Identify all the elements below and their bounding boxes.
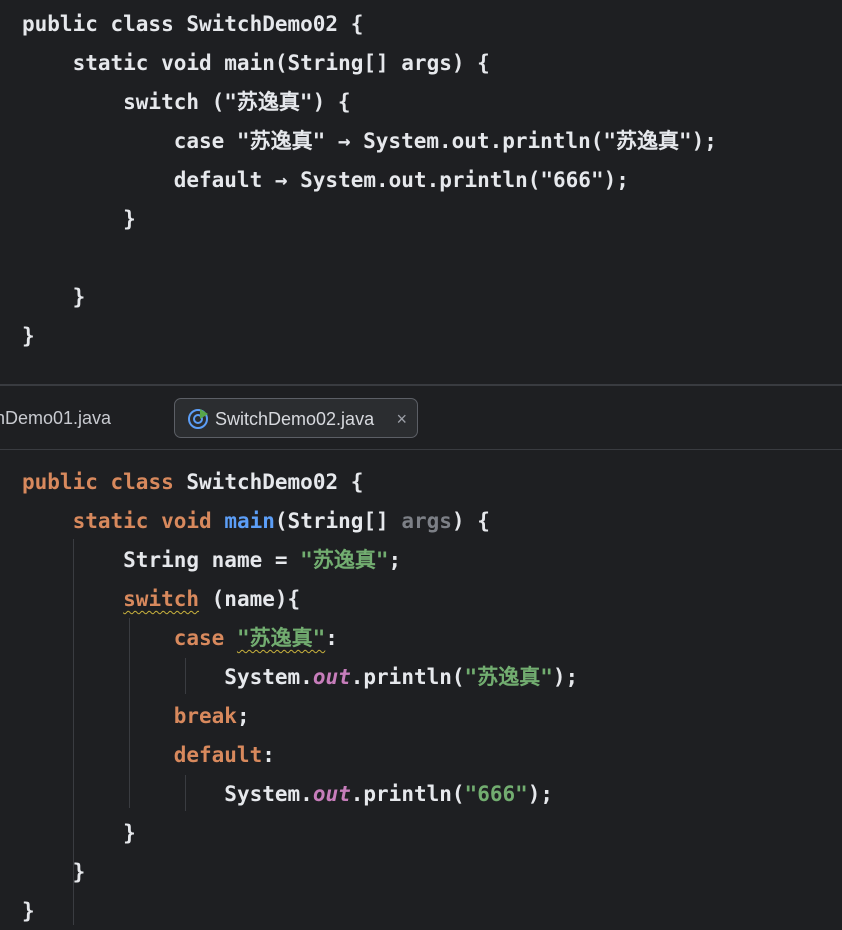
- code-line: case "苏逸真":: [22, 619, 338, 658]
- code-line: }: [22, 853, 86, 892]
- code-line: static void main(String[] args) {: [22, 502, 490, 541]
- keyword: default: [173, 743, 263, 767]
- method-call: .println(: [350, 665, 465, 689]
- identifier: System.: [224, 665, 313, 689]
- keyword: class: [110, 470, 174, 494]
- editor-tab-bar: chDemo01.java SwitchDemo02.java ×: [0, 386, 842, 450]
- code-line: default → System.out.println("666");: [22, 168, 629, 192]
- static-field: out: [312, 782, 351, 806]
- punctuation: ) {: [451, 509, 490, 533]
- string-literal: "苏逸真": [300, 548, 389, 572]
- string-literal: "666": [464, 782, 528, 806]
- keyword-warning[interactable]: switch: [123, 587, 199, 611]
- keyword: break: [173, 704, 237, 728]
- code-line: }: [22, 892, 35, 930]
- code-line: break;: [22, 697, 250, 736]
- punctuation: );: [527, 782, 554, 806]
- code-line: static void main(String[] args) {: [22, 51, 490, 75]
- ide-window: public class SwitchDemo02 { static void …: [0, 0, 842, 930]
- punctuation: :: [325, 626, 338, 650]
- code-line: }: [22, 814, 136, 853]
- top-code-editor[interactable]: public class SwitchDemo02 { static void …: [0, 0, 842, 384]
- tab-switchdemo01[interactable]: chDemo01.java: [0, 398, 111, 438]
- identifier: System.: [224, 782, 313, 806]
- close-icon[interactable]: ×: [396, 399, 407, 439]
- class-name: SwitchDemo02: [186, 470, 339, 494]
- declaration: String name =: [123, 548, 301, 572]
- string-literal-warning[interactable]: "苏逸真": [237, 626, 325, 650]
- keyword: case: [173, 626, 225, 650]
- code-line: default:: [22, 736, 275, 775]
- java-class-run-icon: [188, 409, 208, 429]
- code-line: }: [22, 324, 35, 348]
- punctuation: }: [123, 821, 136, 845]
- code-line: System.out.println("666");: [22, 775, 553, 814]
- parameter-name: args: [401, 509, 452, 533]
- punctuation: {: [338, 470, 364, 494]
- punctuation: ;: [388, 548, 402, 572]
- keyword: public: [22, 470, 98, 494]
- static-field: out: [312, 665, 351, 689]
- code-line: }: [22, 285, 86, 309]
- bottom-code-editor[interactable]: public class SwitchDemo02 { static void …: [0, 450, 842, 930]
- parameter-type: (String[]: [274, 509, 402, 533]
- method-call: .println(: [350, 782, 465, 806]
- code-line: switch (name){: [22, 580, 300, 619]
- code-line: }: [22, 207, 136, 231]
- punctuation: :: [262, 743, 275, 767]
- tab-switchdemo02[interactable]: SwitchDemo02.java ×: [174, 398, 418, 438]
- keyword: static: [72, 509, 149, 533]
- code-line: System.out.println("苏逸真");: [22, 658, 578, 697]
- punctuation: ;: [236, 704, 250, 728]
- code-line: public class SwitchDemo02 {: [22, 463, 363, 502]
- punctuation: }: [72, 860, 86, 884]
- punctuation: }: [22, 899, 35, 923]
- code-line: case "苏逸真" → System.out.println("苏逸真");: [22, 129, 717, 153]
- code-line: switch ("苏逸真") {: [22, 90, 351, 114]
- tab-label: chDemo01.java: [0, 408, 112, 428]
- punctuation: );: [552, 665, 579, 689]
- tab-label: SwitchDemo02.java: [215, 409, 375, 429]
- code-line: String name = "苏逸真";: [22, 541, 401, 580]
- method-name: main: [224, 509, 275, 533]
- keyword: void: [161, 509, 212, 533]
- switch-expression: (name){: [199, 587, 301, 611]
- code-line: public class SwitchDemo02 {: [22, 12, 364, 36]
- string-literal: "苏逸真": [464, 665, 553, 689]
